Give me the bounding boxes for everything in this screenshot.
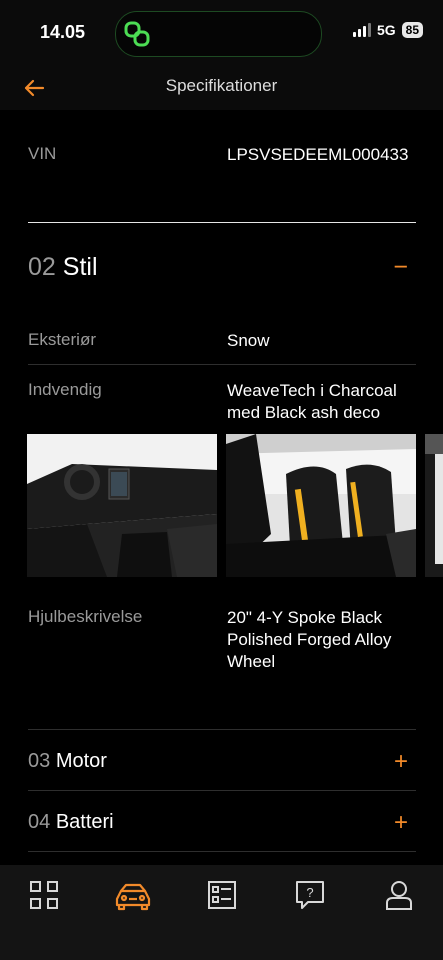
nav-header: Specifikationer: [0, 66, 443, 110]
svg-text:?: ?: [306, 885, 313, 900]
spec-label-wheels: Hjulbeskrivelse: [28, 607, 143, 626]
car-icon[interactable]: [114, 879, 152, 911]
dynamic-island: [115, 11, 322, 57]
collapse-icon[interactable]: −: [393, 253, 408, 282]
section-title: Motor: [55, 750, 107, 772]
spec-sheet-icon[interactable]: [206, 879, 238, 911]
divider: [28, 364, 416, 365]
vin-value: LPSVSEDEEML000433: [227, 145, 409, 164]
help-icon[interactable]: ?: [294, 879, 326, 911]
divider: [28, 729, 416, 730]
section-style-header[interactable]: 02 Stil −: [28, 253, 416, 282]
section-number: 03: [28, 750, 51, 772]
expand-icon[interactable]: +: [394, 809, 408, 837]
spec-label-exterior: Eksteriør: [28, 330, 96, 349]
interior-dashboard-image[interactable]: [27, 434, 217, 577]
spec-value-exterior: Snow: [227, 331, 270, 350]
interior-next-photo: [425, 434, 443, 577]
interior-image-next[interactable]: [425, 434, 443, 577]
interior-dashboard-photo: [27, 434, 217, 577]
network-label: 5G: [376, 22, 396, 38]
spec-content[interactable]: VIN LPSVSEDEEML000433 02 Stil − Eksteriø…: [0, 110, 443, 865]
section-title: Batteri: [55, 811, 114, 833]
grid-icon[interactable]: [28, 879, 60, 911]
section-number: 04: [28, 811, 51, 833]
status-time: 14.05: [40, 22, 86, 42]
divider: [28, 222, 416, 223]
interior-seats-image[interactable]: [226, 434, 416, 577]
battery-icon: 85: [401, 22, 423, 38]
spec-label-interior: Indvendig: [28, 380, 102, 399]
interior-seats-photo: [226, 434, 416, 577]
section-number: 02: [28, 253, 56, 281]
profile-icon[interactable]: [383, 879, 415, 911]
status-indicators: 5G 85: [352, 22, 423, 38]
link-icon: [124, 21, 150, 47]
section-title: Stil: [62, 253, 98, 281]
spec-value-interior: WeaveTech i Charcoal med Black ash deco: [227, 381, 397, 422]
signal-icon: [352, 23, 371, 37]
page-title: Specifikationer: [165, 76, 278, 95]
divider: [28, 790, 416, 791]
vin-label: VIN: [28, 144, 57, 163]
spec-value-wheels: 20" 4-Y Spoke Black Polished Forged Allo…: [227, 608, 392, 671]
section-battery-header[interactable]: 04 Batteri +: [28, 809, 416, 837]
section-motor-header[interactable]: 03 Motor +: [28, 748, 416, 776]
divider: [28, 851, 416, 852]
tab-bar: ?: [0, 865, 443, 960]
status-bar: 14.05 5G 85: [0, 0, 443, 66]
expand-icon[interactable]: +: [394, 748, 408, 776]
